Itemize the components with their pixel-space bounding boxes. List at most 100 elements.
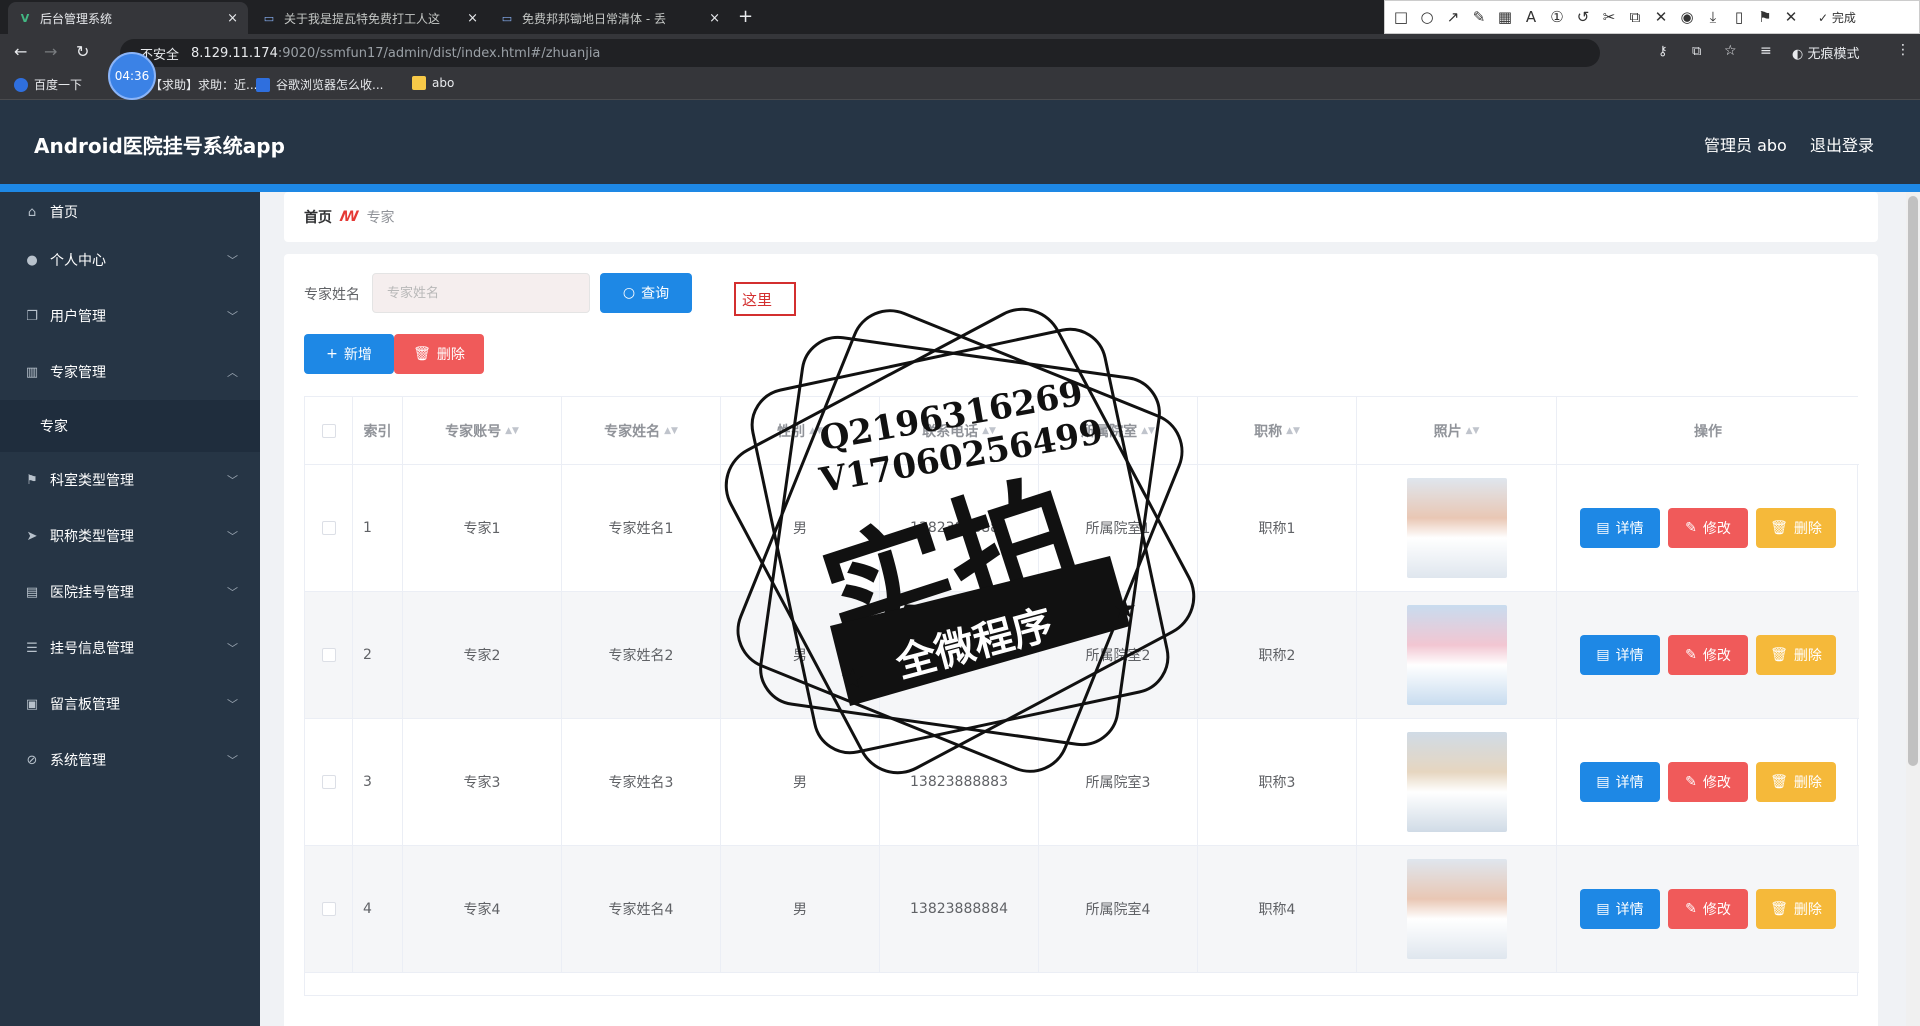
detail-button[interactable]: ▤ 详情	[1580, 508, 1660, 548]
recording-timer[interactable]: 04:36	[108, 52, 156, 100]
header-name[interactable]: 专家姓名 ▲▼	[562, 397, 721, 464]
sidebar-item-users[interactable]: ❐ 用户管理 ﹀	[0, 288, 260, 344]
cell-actions: ▤ 详情 ✎ 修改 🗑 删除	[1557, 719, 1859, 845]
browser-tab-admin[interactable]: V 后台管理系统 ×	[8, 2, 248, 34]
bookmark-abo[interactable]: abo	[412, 76, 454, 90]
pencil-icon: ✎	[1685, 520, 1697, 536]
cell-account: 专家2	[403, 592, 562, 718]
close-tab-icon[interactable]: ×	[227, 11, 238, 26]
forward-icon[interactable]: →	[44, 42, 57, 61]
effects-icon[interactable]: ⧉	[1625, 8, 1645, 26]
header-photo[interactable]: 照片 ▲▼	[1357, 397, 1557, 464]
header-title[interactable]: 职称 ▲▼	[1198, 397, 1357, 464]
bookmark-baidu[interactable]: 百度一下	[14, 76, 82, 93]
sidebar-item-dept-types[interactable]: ⚑ 科室类型管理 ﹀	[0, 452, 260, 508]
row-checkbox[interactable]	[321, 775, 336, 789]
phone-icon[interactable]: ▯	[1729, 8, 1749, 26]
bookmark-icon[interactable]: ⚑	[1755, 8, 1775, 26]
chevron-up-icon: ︿	[227, 366, 238, 379]
search-button[interactable]: ○ 查询	[600, 273, 692, 313]
bookmark-chrome-tip[interactable]: 谷歌浏览器怎么收...	[256, 76, 383, 93]
cell-title: 职称2	[1198, 592, 1357, 718]
bookmark-label: 百度一下	[34, 78, 83, 92]
browser-tab-2[interactable]: ▭ 关于我是提瓦特免费打工人这 ×	[252, 2, 488, 34]
expert-photo[interactable]	[1406, 605, 1507, 705]
expert-name-input[interactable]	[372, 273, 590, 313]
expert-photo[interactable]	[1406, 732, 1507, 832]
arrow-tool-icon[interactable]: ↗	[1443, 8, 1463, 26]
bookmarks-bar: 百度一下 【求助】求助：近... 谷歌浏览器怎么收... abo	[0, 70, 1920, 100]
magic-icon[interactable]: ✂	[1599, 8, 1619, 26]
breadcrumb-home[interactable]: 首页	[304, 207, 332, 227]
close-tab-icon[interactable]: ×	[709, 11, 720, 26]
mosaic-tool-icon[interactable]: ▦	[1495, 8, 1515, 26]
sidebar-item-title-types[interactable]: ➤ 职称类型管理 ﹀	[0, 508, 260, 564]
number-tool-icon[interactable]: ①	[1547, 8, 1567, 26]
chevron-down-icon: ﹀	[227, 754, 238, 767]
edit-button[interactable]: ✎ 修改	[1668, 762, 1748, 802]
tab-label: 后台管理系统	[40, 11, 113, 26]
star-icon[interactable]: ☆	[1724, 43, 1737, 59]
sidebar-item-profile[interactable]: ● 个人中心 ﹀	[0, 232, 260, 288]
browser-tab-3[interactable]: ▭ 免费邦邦锄地日常清体 - 丢 ×	[490, 2, 730, 34]
close-tab-icon[interactable]: ×	[467, 11, 478, 26]
back-icon[interactable]: ←	[14, 42, 27, 61]
bookmark-help[interactable]: 【求助】求助：近...	[150, 76, 257, 93]
document-icon: ▤	[1596, 774, 1610, 790]
edit-button[interactable]: ✎ 修改	[1668, 889, 1748, 929]
record-icon[interactable]: ◉	[1677, 8, 1697, 26]
reading-list-icon[interactable]: ≡	[1760, 43, 1772, 59]
row-checkbox[interactable]	[321, 902, 336, 916]
rectangle-tool-icon[interactable]: □	[1391, 8, 1411, 26]
delete-button[interactable]: 🗑 删除	[1756, 889, 1836, 929]
tv-icon: ▭	[501, 11, 513, 25]
add-button[interactable]: + 新增	[304, 334, 394, 374]
trash-icon: 🗑	[1770, 901, 1788, 917]
key-icon[interactable]: ⚷	[1658, 44, 1668, 59]
new-tab-button[interactable]: +	[738, 6, 753, 27]
sidebar-item-system[interactable]: ⊘ 系统管理 ﹀	[0, 732, 260, 788]
pin-icon[interactable]: ✕	[1651, 8, 1671, 26]
detail-button[interactable]: ▤ 详情	[1580, 635, 1660, 675]
row-checkbox[interactable]	[321, 648, 336, 662]
sidebar-subitem-expert[interactable]: 专家	[0, 400, 260, 452]
delete-button[interactable]: 🗑 删除	[1756, 508, 1836, 548]
done-button[interactable]: ✓ 完成	[1807, 9, 1867, 26]
detail-button[interactable]: ▤ 详情	[1580, 762, 1660, 802]
delete-button[interactable]: 🗑 删除	[1756, 635, 1836, 675]
address-bar[interactable]: 不安全 8.129.11.174:9020/ssmfun17/admin/dis…	[120, 39, 1600, 67]
sidebar-item-experts[interactable]: ▥ 专家管理 ︿	[0, 344, 260, 400]
edit-button[interactable]: ✎ 修改	[1668, 635, 1748, 675]
row-checkbox[interactable]	[321, 521, 336, 535]
incognito-badge[interactable]: ◐ 无痕模式	[1792, 43, 1860, 62]
detail-button[interactable]: ▤ 详情	[1580, 889, 1660, 929]
detail-button-label: 详情	[1615, 775, 1644, 791]
sidebar-item-messages[interactable]: ▣ 留言板管理 ﹀	[0, 676, 260, 732]
reload-icon[interactable]: ↻	[76, 42, 89, 61]
sidebar-item-registration-info[interactable]: ☰ 挂号信息管理 ﹀	[0, 620, 260, 676]
paw-icon	[256, 77, 270, 92]
scrollbar-thumb[interactable]	[1908, 196, 1918, 766]
download-icon[interactable]: ⤓	[1703, 8, 1723, 26]
sidebar-item-home[interactable]: ⌂ 首页	[0, 192, 260, 232]
undo-icon[interactable]: ↺	[1573, 8, 1593, 26]
delete-button[interactable]: 🗑 删除	[1756, 762, 1836, 802]
edit-button-label: 修改	[1702, 902, 1731, 918]
sidebar-item-registrations[interactable]: ▤ 医院挂号管理 ﹀	[0, 564, 260, 620]
delete-button-label: 删除	[1793, 521, 1822, 537]
edit-button[interactable]: ✎ 修改	[1668, 508, 1748, 548]
text-tool-icon[interactable]: A	[1521, 8, 1541, 26]
document-icon: ▤	[1596, 520, 1610, 536]
translate-icon[interactable]: ⧉	[1692, 44, 1701, 59]
expert-photo[interactable]	[1406, 859, 1507, 959]
circle-tool-icon[interactable]: ○	[1417, 8, 1437, 26]
logout-link[interactable]: 退出登录	[1810, 132, 1874, 156]
select-all-checkbox[interactable]	[321, 423, 336, 438]
batch-delete-button[interactable]: 🗑 删除	[394, 334, 484, 374]
expert-photo[interactable]	[1406, 478, 1507, 578]
header-account[interactable]: 专家账号 ▲▼	[403, 397, 562, 464]
tab-label: 免费邦邦锄地日常清体 - 丢	[522, 11, 666, 26]
menu-icon[interactable]: ⋮	[1896, 42, 1910, 58]
pen-tool-icon[interactable]: ✎	[1469, 8, 1489, 26]
close-icon[interactable]: ✕	[1781, 8, 1801, 26]
